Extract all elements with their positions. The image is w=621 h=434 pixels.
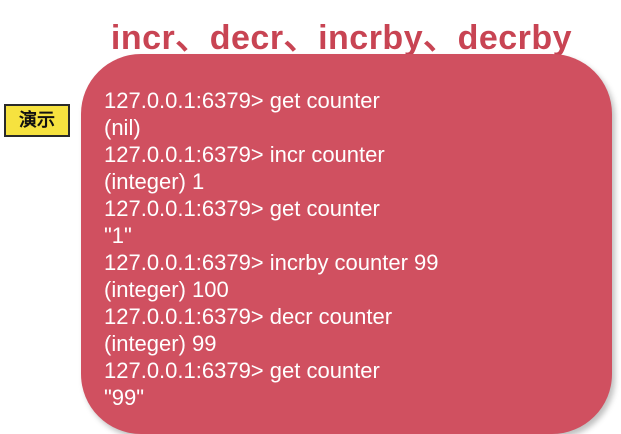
terminal-line-command: 127.0.0.1:6379> get counter — [104, 196, 380, 221]
terminal-line-command: 127.0.0.1:6379> get counter — [104, 88, 380, 113]
demo-badge: 演示 — [4, 104, 70, 137]
terminal-line-result: (integer) 99 — [104, 331, 217, 356]
terminal-lines: 127.0.0.1:6379> get counter (nil) 127.0.… — [104, 87, 439, 411]
terminal-line-command: 127.0.0.1:6379> incrby counter 99 — [104, 250, 439, 275]
terminal-line-result: (integer) 1 — [104, 169, 205, 194]
terminal-line-result: (integer) 100 — [104, 277, 229, 302]
terminal-line-result: (nil) — [104, 115, 141, 140]
terminal-line-result: "1" — [104, 223, 132, 248]
slide-title: incr、decr、incrby、decrby — [110, 19, 573, 57]
terminal-line-command: 127.0.0.1:6379> get counter — [104, 358, 380, 383]
terminal-line-command: 127.0.0.1:6379> incr counter — [104, 142, 385, 167]
terminal-line-result: "99" — [104, 385, 145, 410]
terminal-line-command: 127.0.0.1:6379> decr counter — [104, 304, 393, 329]
